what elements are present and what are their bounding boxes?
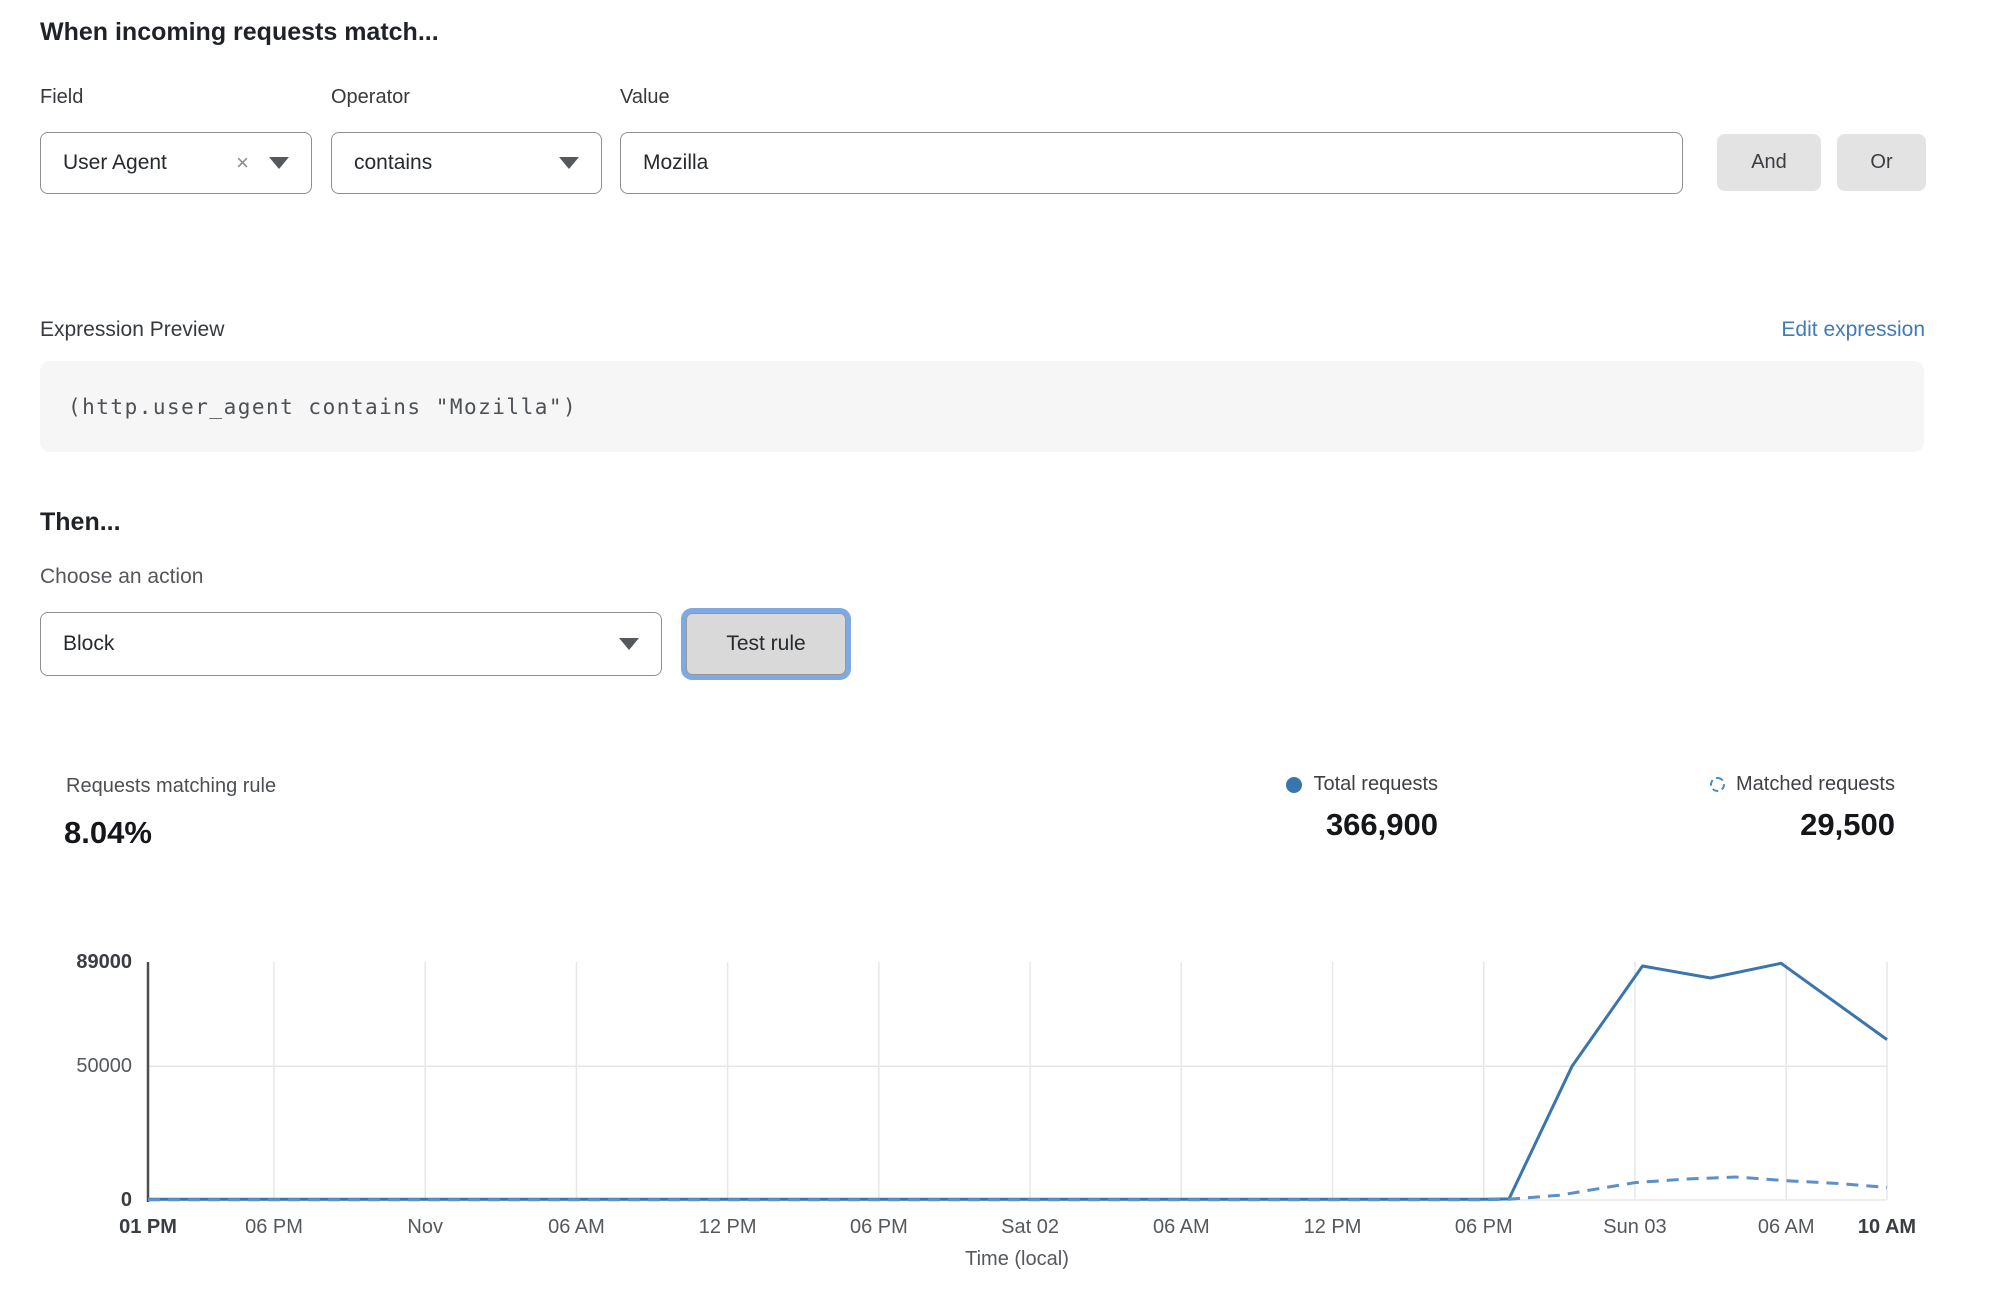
- chevron-down-icon: [619, 638, 639, 650]
- or-button[interactable]: Or: [1837, 134, 1926, 191]
- y-axis-tick-label: 89000: [0, 949, 132, 975]
- chevron-down-icon: [269, 157, 289, 169]
- chevron-down-icon: [559, 157, 579, 169]
- x-axis-tick-label: 06 PM: [850, 1214, 908, 1240]
- chart-series-total: [148, 963, 1887, 1199]
- chart-x-axis-title: Time (local): [965, 1248, 1069, 1271]
- chart-plot-area: [0, 948, 1999, 1295]
- field-label: Field: [40, 86, 83, 109]
- x-axis-tick-label: 06 PM: [1455, 1214, 1513, 1240]
- requests-chart: 89000 50000 001 PM 06 PM Nov 06 AM 12 PM 06 PM S…: [0, 948, 1999, 1295]
- expression-code-box: (http.user_agent contains "Mozilla"): [40, 361, 1924, 452]
- edit-expression-link[interactable]: Edit expression: [1781, 318, 1925, 342]
- expression-preview-label: Expression Preview: [40, 318, 224, 342]
- then-heading: Then...: [40, 508, 121, 537]
- x-axis-tick-label: 12 PM: [699, 1214, 757, 1240]
- x-axis-tick-label: 10 AM: [1858, 1214, 1916, 1240]
- x-axis-tick-label: 06 PM: [245, 1214, 303, 1240]
- choose-action-label: Choose an action: [40, 565, 203, 589]
- matched-requests-legend-circle-icon: [1710, 777, 1725, 792]
- field-select-value: User Agent: [63, 151, 236, 175]
- y-axis-tick-label: 50000: [0, 1053, 132, 1079]
- operator-label: Operator: [331, 86, 410, 109]
- x-axis-tick-label: 06 AM: [1758, 1214, 1815, 1240]
- x-axis-tick-label: Sun 03: [1603, 1214, 1666, 1240]
- total-requests-legend-dot-icon: [1286, 777, 1302, 793]
- match-heading: When incoming requests match...: [40, 18, 439, 47]
- expression-code: (http.user_agent contains "Mozilla"): [68, 395, 577, 419]
- field-select[interactable]: User Agent ×: [40, 132, 312, 194]
- action-select[interactable]: Block: [40, 612, 662, 676]
- matched-requests-label: Matched requests: [1736, 773, 1895, 796]
- firewall-rule-editor: When incoming requests match... Field Op…: [0, 0, 1999, 1295]
- x-axis-tick-label: 01 PM: [119, 1214, 177, 1240]
- total-requests-stat: Total requests 366,900: [1286, 773, 1438, 843]
- matching-rule-value: 8.04%: [64, 815, 152, 851]
- and-button[interactable]: And: [1717, 134, 1821, 191]
- total-requests-value: 366,900: [1286, 807, 1438, 843]
- x-axis-tick-label: 06 AM: [1153, 1214, 1210, 1240]
- operator-select-value: contains: [354, 151, 559, 175]
- matching-rule-label: Requests matching rule: [66, 775, 276, 798]
- value-input[interactable]: [620, 132, 1683, 194]
- clear-field-icon[interactable]: ×: [236, 150, 249, 176]
- operator-select[interactable]: contains: [331, 132, 602, 194]
- total-requests-label: Total requests: [1313, 773, 1438, 796]
- x-axis-tick-label: Nov: [407, 1214, 443, 1240]
- x-axis-tick-label: Sat 02: [1001, 1214, 1059, 1240]
- x-axis-tick-label: 12 PM: [1304, 1214, 1362, 1240]
- test-rule-button[interactable]: Test rule: [686, 613, 846, 675]
- matched-requests-value: 29,500: [1710, 807, 1895, 843]
- action-select-value: Block: [63, 632, 619, 656]
- y-axis-tick-label: 0: [0, 1187, 132, 1213]
- value-label: Value: [620, 86, 670, 109]
- matched-requests-stat: Matched requests 29,500: [1710, 773, 1895, 843]
- x-axis-tick-label: 06 AM: [548, 1214, 605, 1240]
- chart-series-matched: [148, 1177, 1887, 1200]
